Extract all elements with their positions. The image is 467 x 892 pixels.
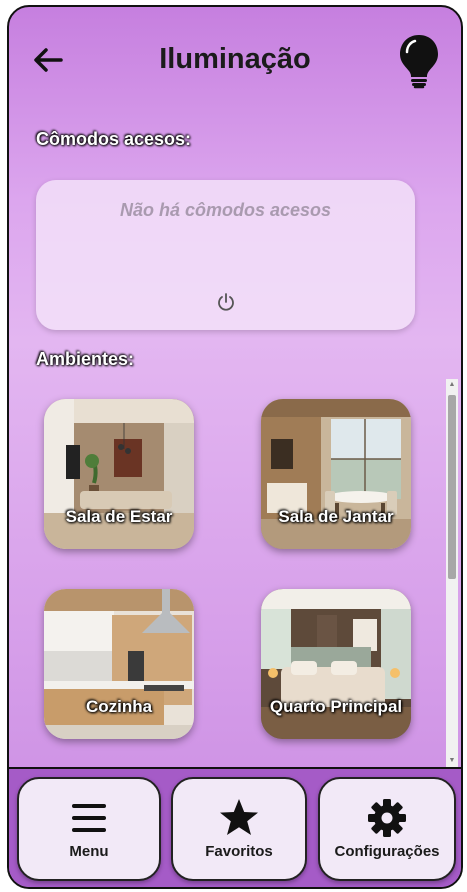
menu-button[interactable]: Menu <box>17 777 161 881</box>
room-label: Sala de Jantar <box>278 507 394 526</box>
settings-button[interactable]: Configurações <box>318 777 456 881</box>
lightbulb-icon[interactable] <box>397 33 441 89</box>
page-title: Iluminação <box>159 43 311 75</box>
room-card-sala-de-estar[interactable]: Sala de Estar <box>44 399 194 549</box>
room-card-quarto-principal[interactable]: Quarto Principal <box>261 589 411 739</box>
room-label: Sala de Estar <box>65 507 173 526</box>
menu-icon <box>72 804 106 832</box>
scroll-down-arrow-icon[interactable]: ▼ <box>446 755 458 767</box>
gear-icon <box>368 799 406 837</box>
lit-rooms-panel: Não há cômodos acesos <box>36 180 415 330</box>
bottom-nav: Menu Favoritos Configurações <box>9 767 461 887</box>
star-icon <box>220 799 258 835</box>
scroll-thumb[interactable] <box>448 395 456 579</box>
power-icon[interactable] <box>216 292 236 312</box>
favorites-button[interactable]: Favoritos <box>171 777 307 881</box>
favorites-label: Favoritos <box>205 843 273 860</box>
room-label: Quarto Principal <box>269 697 403 716</box>
environments-label: Ambientes: <box>36 349 135 369</box>
lit-rooms-empty-message: Não há cômodos acesos <box>119 200 332 220</box>
room-card-cozinha[interactable]: Cozinha <box>44 589 194 739</box>
lit-rooms-label: Cômodos acesos: <box>36 129 192 149</box>
phone-frame: Iluminação Cômodos acesos: Não há cômodo… <box>7 5 463 889</box>
room-label: Cozinha <box>85 697 153 716</box>
menu-label: Menu <box>69 843 109 860</box>
scroll-up-arrow-icon[interactable]: ▲ <box>446 379 458 391</box>
settings-label: Configurações <box>334 843 440 860</box>
room-card-sala-de-jantar[interactable]: Sala de Jantar <box>261 399 411 549</box>
rooms-scrollbar[interactable]: ▲ ▼ <box>446 379 458 767</box>
rooms-grid: Sala de Estar Sala de Jantar Cozinha Qua… <box>9 379 447 767</box>
header: Iluminação <box>9 7 461 117</box>
